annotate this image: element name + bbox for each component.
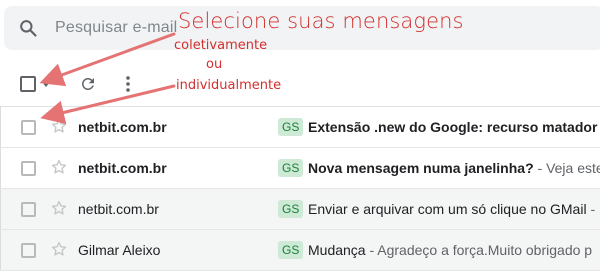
email-subject: Mudança [308, 242, 366, 258]
annotation-or: ou [206, 57, 223, 72]
star-icon[interactable] [50, 158, 68, 176]
label-badge: GS [278, 159, 304, 177]
select-all-checkbox[interactable] [20, 76, 36, 92]
label-badge: GS [278, 200, 304, 218]
email-subject-line: Mudança - Agradeço a força.Muito obrigad… [308, 242, 592, 258]
annotation-individually: individualmente [176, 78, 282, 93]
email-snippet: - [586, 201, 596, 217]
refresh-icon[interactable] [79, 75, 97, 93]
label-badge: GS [278, 241, 304, 259]
gmail-inbox-screenshot: Pesquisar e-mail netbit.com.br GS Extens… [0, 0, 600, 271]
label-badge: GS [278, 118, 304, 136]
star-icon[interactable] [50, 240, 68, 258]
email-sender: netbit.com.br [78, 201, 159, 217]
email-row[interactable]: netbit.com.br GS Enviar e arquivar com u… [0, 189, 600, 230]
annotation-collectively: coletivamente [174, 38, 268, 53]
search-input[interactable]: Pesquisar e-mail [55, 19, 177, 37]
toolbar [0, 62, 600, 107]
annotation-title: Selecione suas mensagens [178, 9, 464, 33]
chevron-down-icon[interactable] [42, 82, 50, 87]
email-snippet: - Agradeço a força.Muito obrigado p [365, 242, 593, 258]
email-subject: Extensão .new do Google: recurso matador [308, 119, 598, 135]
email-row[interactable]: netbit.com.br GS Nova mensagem numa jane… [0, 148, 600, 189]
email-list: netbit.com.br GS Extensão .new do Google… [0, 107, 600, 271]
row-checkbox[interactable] [21, 243, 36, 258]
more-vert-icon[interactable] [120, 74, 136, 94]
star-icon[interactable] [50, 199, 68, 217]
email-snippet: - Veja este [533, 160, 600, 176]
star-icon[interactable] [50, 117, 68, 135]
email-sender: netbit.com.br [78, 119, 167, 135]
row-checkbox[interactable] [21, 202, 36, 217]
email-subject-line: Enviar e arquivar com um só clique no GM… [308, 201, 595, 217]
email-subject-line: Extensão .new do Google: recurso matador… [308, 119, 600, 135]
search-icon[interactable] [18, 18, 38, 38]
row-checkbox[interactable] [21, 161, 36, 176]
email-row[interactable]: netbit.com.br GS Extensão .new do Google… [0, 107, 600, 148]
email-subject: Enviar e arquivar com um só clique no GM… [308, 201, 587, 217]
email-sender: Gilmar Aleixo [78, 242, 161, 258]
email-subject-line: Nova mensagem numa janelinha? - Veja est… [308, 160, 600, 176]
row-checkbox[interactable] [21, 120, 36, 135]
email-sender: netbit.com.br [78, 160, 167, 176]
email-subject: Nova mensagem numa janelinha? [308, 160, 534, 176]
email-row[interactable]: Gilmar Aleixo GS Mudança - Agradeço a fo… [0, 230, 600, 271]
